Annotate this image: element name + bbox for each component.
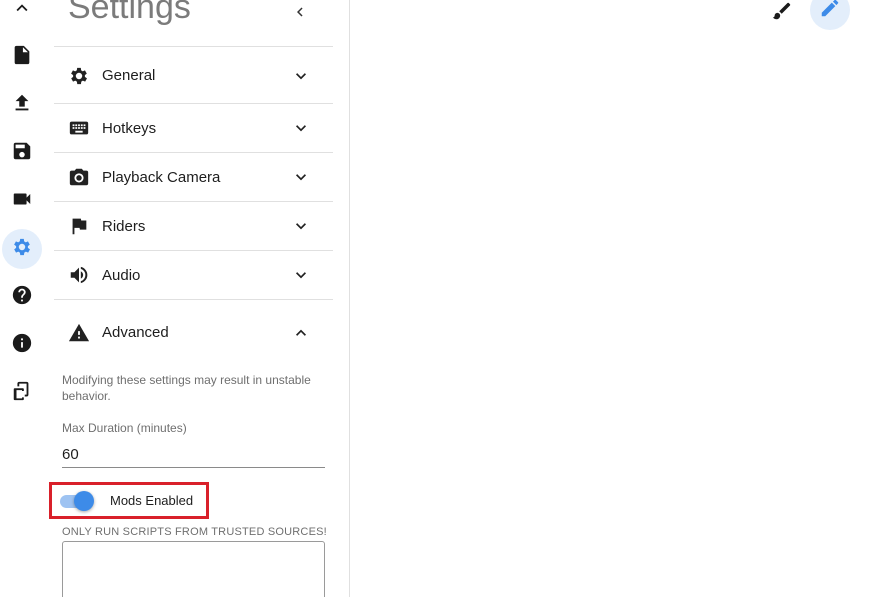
help-icon <box>11 284 33 311</box>
section-label: Hotkeys <box>102 119 157 137</box>
phone-rotate-icon <box>11 380 33 407</box>
rotate-device-button[interactable] <box>2 373 42 413</box>
chevron-up-icon <box>11 0 33 24</box>
new-track-button[interactable] <box>2 37 42 77</box>
settings-button[interactable] <box>2 229 42 269</box>
upload-icon <box>11 92 33 119</box>
section-label: General <box>102 67 156 84</box>
upload-button[interactable] <box>2 85 42 125</box>
section-hotkeys[interactable]: Hotkeys <box>54 103 333 152</box>
left-rail <box>0 0 44 597</box>
brush-tool-button[interactable] <box>762 0 802 30</box>
chevron-left-icon <box>291 3 309 26</box>
max-duration-label: Max Duration (minutes) <box>62 421 187 435</box>
collapse-toolbar-button[interactable] <box>2 0 42 30</box>
chevron-down-icon <box>291 216 311 236</box>
file-icon <box>11 44 33 71</box>
section-advanced[interactable]: Advanced <box>54 299 333 365</box>
keyboard-icon <box>68 117 90 139</box>
gear-icon <box>11 236 33 263</box>
info-icon <box>11 332 33 359</box>
mods-enabled-toggle[interactable] <box>58 490 94 511</box>
chevron-down-icon <box>291 167 311 187</box>
section-riders[interactable]: Riders <box>54 201 333 250</box>
toggle-knob <box>74 490 94 511</box>
script-textarea[interactable] <box>62 541 325 597</box>
section-general[interactable]: General <box>54 46 333 104</box>
page-title: Settings <box>68 0 191 26</box>
close-settings-button[interactable] <box>284 0 316 28</box>
chevron-down-icon <box>291 66 311 86</box>
help-button[interactable] <box>2 277 42 317</box>
settings-panel: Settings General Hotkeys Playback Camera <box>44 0 350 597</box>
warning-icon <box>68 322 90 344</box>
section-label: Riders <box>102 217 146 235</box>
section-playback-camera[interactable]: Playback Camera <box>54 152 333 201</box>
volume-icon <box>68 264 90 286</box>
video-export-button[interactable] <box>2 181 42 221</box>
mods-enabled-label: Mods Enabled <box>110 493 194 508</box>
section-label: Audio <box>102 266 141 284</box>
scripts-warning: ONLY RUN SCRIPTS FROM TRUSTED SOURCES! <box>62 526 327 538</box>
advanced-warning-note: Modifying these settings may result in u… <box>62 373 311 403</box>
chevron-down-icon <box>291 118 311 138</box>
gear-icon <box>68 65 90 87</box>
info-button[interactable] <box>2 325 42 365</box>
section-label: Playback Camera <box>102 168 221 186</box>
chevron-down-icon <box>291 265 311 285</box>
max-duration-input[interactable] <box>62 441 325 468</box>
pencil-icon <box>819 0 841 24</box>
save-button[interactable] <box>2 133 42 173</box>
video-icon <box>11 188 33 215</box>
camera-icon <box>68 166 90 188</box>
pencil-tool-button[interactable] <box>810 0 850 30</box>
section-label: Advanced <box>102 324 169 341</box>
flag-icon <box>68 215 90 237</box>
section-audio[interactable]: Audio <box>54 250 333 299</box>
save-icon <box>11 140 33 167</box>
mods-enabled-highlight: Mods Enabled <box>49 482 209 519</box>
brush-icon <box>771 0 793 27</box>
chevron-up-icon <box>291 323 311 343</box>
